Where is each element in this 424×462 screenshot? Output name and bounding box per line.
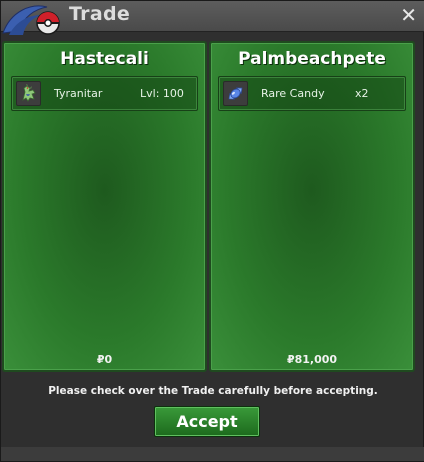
right-trainer-name: Palmbeachpete <box>238 49 386 69</box>
right-trade-item[interactable]: Rare Candy x2 <box>218 76 406 111</box>
left-money-amount: 0 <box>104 353 113 366</box>
right-item-quantity: x2 <box>355 87 369 100</box>
tyranitar-pokemon-icon <box>16 81 41 106</box>
left-trade-panel: Hastecali Tyranitar Lvl: 100 ₽0 <box>2 41 207 372</box>
title-bar[interactable]: Trade ✕ <box>1 1 424 35</box>
window-title: Trade <box>69 3 131 25</box>
rare-candy-icon <box>223 81 248 106</box>
left-currency-symbol: ₽ <box>96 353 105 366</box>
right-trade-panel: Palmbeachpete Rare Candy x2 ₽81,000 <box>209 41 415 372</box>
left-item-level: Lvl: 100 <box>140 87 184 100</box>
right-money: ₽81,000 <box>211 353 413 366</box>
left-trade-item[interactable]: Tyranitar Lvl: 100 <box>11 76 198 111</box>
left-money: ₽0 <box>4 353 205 366</box>
left-trainer-name: Hastecali <box>60 49 149 69</box>
bottom-strip <box>1 447 424 461</box>
right-item-name: Rare Candy <box>261 87 325 100</box>
right-money-amount: 81,000 <box>294 353 338 366</box>
accept-button[interactable]: Accept <box>154 406 260 437</box>
pokeball-logo-icon <box>2 5 60 35</box>
close-icon[interactable]: ✕ <box>400 4 417 26</box>
trade-notice: Please check over the Trade carefully be… <box>48 385 378 397</box>
trade-window: Trade ✕ Hastecali Tyranitar Lvl: 100 ₽0 … <box>0 0 424 462</box>
right-currency-symbol: ₽ <box>286 353 295 366</box>
left-item-name: Tyranitar <box>54 87 103 100</box>
